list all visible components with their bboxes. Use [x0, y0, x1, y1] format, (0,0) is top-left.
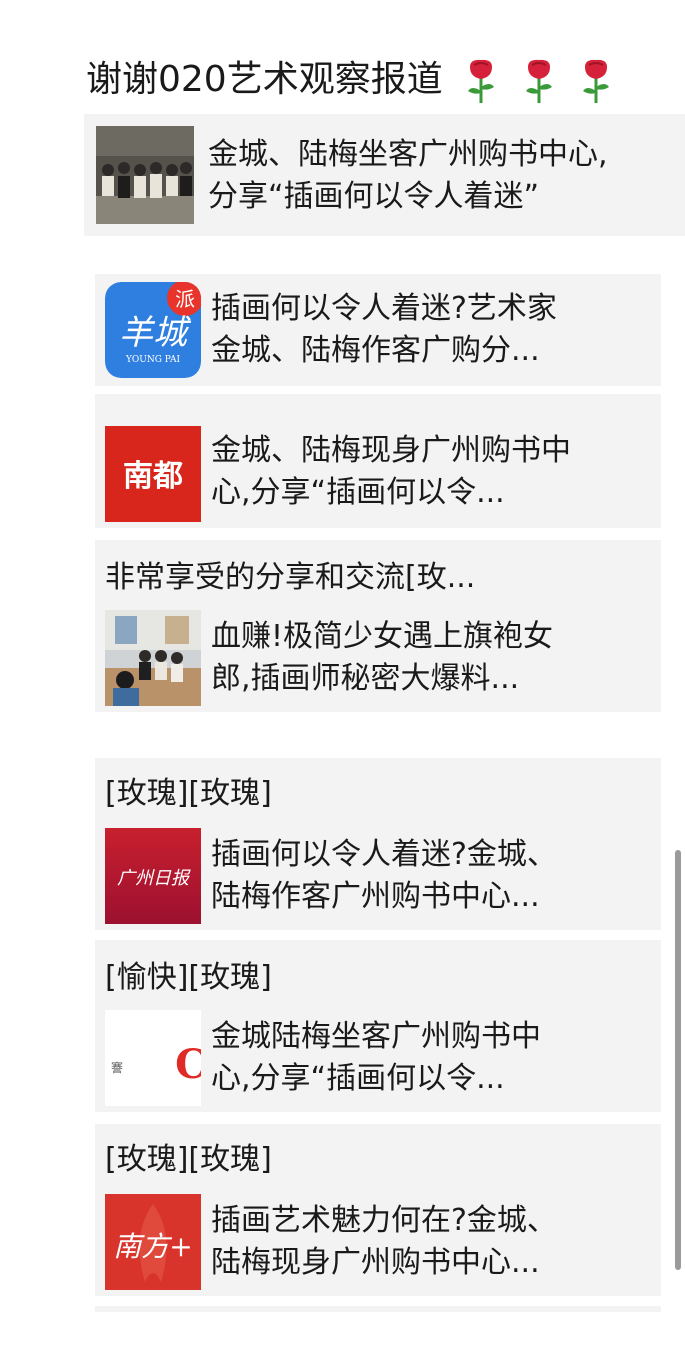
article-title: 金城陆梅坐客广州购书中 心,分享“插画何以令...: [211, 1019, 541, 1096]
yangcheng-pai-logo: 派 羊城 YOUNG PAI: [105, 282, 201, 378]
article-card[interactable]: [愉快][玫瑰] 謇 C 金城陆梅坐客广州购书中 心,分享“插画何以令...: [95, 940, 661, 1112]
comment-text: [玫瑰][玫瑰]: [105, 1142, 272, 1177]
article-title: 插画何以令人着迷?艺术家 金城、陆梅作客广购分...: [211, 291, 557, 368]
logo-text: C: [175, 1041, 201, 1088]
article-card[interactable]: 金城、陆梅坐客广州购书中心, 分享“插画何以令人着迷”: [84, 114, 685, 236]
source-logo: 謇 C: [105, 1010, 201, 1106]
comment-text: [愉快][玫瑰]: [105, 960, 272, 995]
guangzhou-daily-logo: 广州日报: [105, 828, 201, 924]
article-title: 插画艺术魅力何在?金城、 陆梅现身广州购书中心...: [211, 1203, 557, 1280]
logo-text: 南都: [123, 459, 183, 494]
rose-icon: [462, 57, 500, 105]
nanfang-plus-logo: 南方+: [105, 1194, 201, 1290]
article-title: 金城、陆梅坐客广州购书中心, 分享“插画何以令人着迷”: [208, 137, 608, 214]
article-card[interactable]: 南都 金城、陆梅现身广州购书中 心,分享“插画何以令...: [95, 394, 661, 528]
comment-text: [玫瑰][玫瑰]: [105, 776, 272, 811]
logo-text: 南方+: [113, 1230, 192, 1263]
article-card[interactable]: [玫瑰][玫瑰] 广州日报 插画何以令人着迷?金城、 陆梅作客广州购书中心...: [95, 758, 661, 930]
article-card[interactable]: [玫瑰][玫瑰] 南方+ 插画艺术魅力何在?金城、 陆梅现身广州购书中心...: [95, 1124, 661, 1296]
logo-badge-text: 派: [175, 287, 195, 311]
comment-text: 非常享受的分享和交流[玫...: [105, 560, 476, 595]
article-card[interactable]: 非常享受的分享和交流[玫... 血赚!极简少女遇上旗袍女 郎,插画师秘密大爆料.…: [95, 540, 661, 712]
logo-side-text: 謇: [111, 1060, 123, 1075]
rose-icon: [520, 57, 558, 105]
header-title: 谢谢020艺术观察报道: [86, 59, 443, 100]
logo-text: 羊城: [119, 313, 192, 353]
rose-icon: [577, 57, 615, 105]
article-card-partial[interactable]: [95, 1306, 661, 1312]
page-header: 谢谢020艺术观察报道: [86, 52, 666, 108]
article-card[interactable]: 派 羊城 YOUNG PAI 插画何以令人着迷?艺术家 金城、陆梅作客广购分..…: [95, 274, 661, 386]
event-photo-thumbnail: [105, 610, 201, 706]
article-title: 金城、陆梅现身广州购书中 心,分享“插画何以令...: [211, 433, 571, 510]
article-title: 血赚!极简少女遇上旗袍女 郎,插画师秘密大爆料...: [211, 619, 554, 696]
scrollbar[interactable]: [675, 850, 681, 1270]
nandu-logo: 南都: [105, 426, 201, 522]
logo-subtext: YOUNG PAI: [125, 355, 181, 365]
article-title: 插画何以令人着迷?金城、 陆梅作客广州购书中心...: [211, 837, 557, 914]
logo-text: 广州日报: [117, 868, 191, 889]
event-photo-thumbnail: [96, 126, 194, 224]
